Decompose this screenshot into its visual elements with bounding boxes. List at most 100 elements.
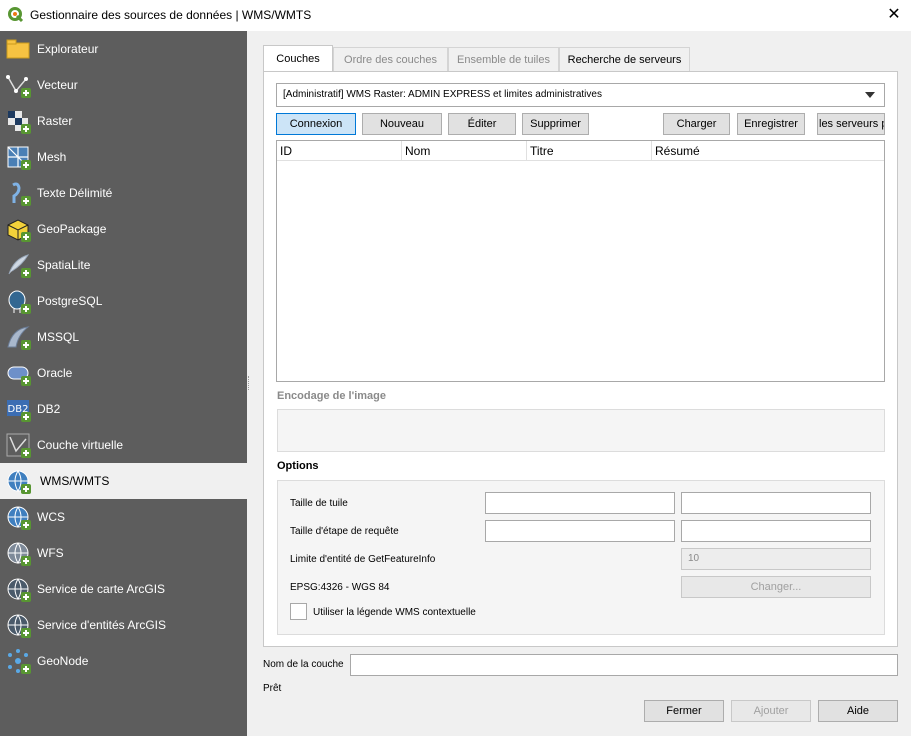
add-button[interactable]: Ajouter xyxy=(731,700,811,722)
sidebar-item-label: WFS xyxy=(37,546,64,560)
edit-button[interactable]: Éditer xyxy=(448,113,516,135)
sidebar-item-mesh[interactable]: Mesh xyxy=(0,139,247,175)
sidebar-item-label: Texte Délimité xyxy=(37,186,113,200)
feature-limit-value: 10 xyxy=(688,553,700,564)
table-header: ID Nom Titre Résumé xyxy=(277,141,884,161)
connection-select-value: [Administratif] WMS Raster: ADMIN EXPRES… xyxy=(283,89,602,100)
step-height-input[interactable] xyxy=(681,520,871,542)
spatialite-icon xyxy=(8,254,31,278)
splitter-handle[interactable] xyxy=(248,376,251,390)
load-button-label: Charger xyxy=(676,118,717,130)
folder-icon xyxy=(6,39,30,59)
help-button[interactable]: Aide xyxy=(818,700,898,722)
title-bar: Gestionnaire des sources de données | WM… xyxy=(0,0,911,31)
sidebar-item-postgresql[interactable]: PostgreSQL xyxy=(0,283,247,319)
image-encoding-group xyxy=(277,409,885,452)
chevron-down-icon xyxy=(865,92,875,98)
sidebar-item-geonode[interactable]: GeoNode xyxy=(0,643,247,679)
load-button[interactable]: Charger xyxy=(663,113,730,135)
wcs-icon xyxy=(7,506,31,530)
wms-icon xyxy=(7,470,31,494)
raster-icon xyxy=(8,111,31,134)
tab-server-search[interactable]: Recherche de serveurs xyxy=(559,47,690,71)
sidebar-item-db2[interactable]: DB2 DB2 xyxy=(0,391,247,427)
change-crs-button[interactable]: Changer... xyxy=(681,576,871,598)
virtual-layer-icon xyxy=(6,433,31,458)
sidebar-item-label: PostgreSQL xyxy=(37,294,103,308)
sidebar-item-label: Explorateur xyxy=(37,42,99,56)
layer-name-label: Nom de la couche xyxy=(263,659,344,670)
close-button[interactable]: Fermer xyxy=(644,700,724,722)
column-header-title[interactable]: Titre xyxy=(527,141,652,161)
db2-icon: DB2 xyxy=(7,400,31,422)
delimited-text-icon xyxy=(12,182,31,206)
column-header-id[interactable]: ID xyxy=(277,141,402,161)
sidebar-item-label: WCS xyxy=(37,510,65,524)
column-header-name[interactable]: Nom xyxy=(402,141,527,161)
sidebar-item-mssql[interactable]: MSSQL xyxy=(0,319,247,355)
request-step-label: Taille d'étape de requête xyxy=(290,526,399,537)
sidebar-item-wfs[interactable]: WFS xyxy=(0,535,247,571)
sidebar-item-arcgis-feature[interactable]: Service d'entités ArcGIS xyxy=(0,607,247,643)
sidebar-item-wms[interactable]: WMS/WMTS xyxy=(0,463,247,499)
connect-button[interactable]: Connexion xyxy=(276,113,356,135)
wfs-icon xyxy=(7,542,31,566)
sidebar-item-label: Service d'entités ArcGIS xyxy=(37,618,167,632)
tile-width-input[interactable] xyxy=(485,492,675,514)
sidebar-item-virtual-layer[interactable]: Couche virtuelle xyxy=(0,427,247,463)
contextual-legend-label: Utiliser la légende WMS contextuelle xyxy=(313,607,476,618)
postgresql-icon xyxy=(8,290,31,314)
options-label: Options xyxy=(277,460,319,472)
sidebar-item-folder[interactable]: Explorateur xyxy=(0,31,247,67)
sidebar-item-label: GeoNode xyxy=(37,654,89,668)
sidebar-item-label: Oracle xyxy=(37,366,73,380)
tab-couches[interactable]: Couches xyxy=(263,45,333,71)
sidebar-item-label: MSSQL xyxy=(37,330,80,344)
sidebar-item-label: Raster xyxy=(37,114,73,128)
window-title: Gestionnaire des sources de données | WM… xyxy=(30,8,312,22)
sidebar-item-geopackage[interactable]: GeoPackage xyxy=(0,211,247,247)
sidebar-item-wcs[interactable]: WCS xyxy=(0,499,247,535)
column-header-abstract[interactable]: Résumé xyxy=(652,141,884,161)
new-button-label: Nouveau xyxy=(379,118,425,130)
step-width-input[interactable] xyxy=(485,520,675,542)
delete-button-label: Supprimer xyxy=(530,118,581,130)
sidebar-item-oracle[interactable]: Oracle xyxy=(0,355,247,391)
tile-size-label: Taille de tuile xyxy=(290,498,348,509)
mssql-icon xyxy=(7,326,31,350)
sidebar-item-label: Couche virtuelle xyxy=(37,438,124,452)
tab-tilesets[interactable]: Ensemble de tuiles xyxy=(448,47,559,71)
mesh-icon xyxy=(7,146,31,170)
close-button-label: Fermer xyxy=(666,705,702,717)
tile-height-input[interactable] xyxy=(681,492,871,514)
sidebar-item-delimited-text[interactable]: Texte Délimité xyxy=(0,175,247,211)
servers-button-label: les serveurs pa xyxy=(819,118,884,130)
new-button[interactable]: Nouveau xyxy=(362,113,442,135)
connection-select[interactable]: [Administratif] WMS Raster: ADMIN EXPRES… xyxy=(276,83,885,107)
tab-layer-order[interactable]: Ordre des couches xyxy=(333,47,448,71)
close-window-icon[interactable]: ✕ xyxy=(883,4,905,26)
delete-button[interactable]: Supprimer xyxy=(522,113,589,135)
edit-button-label: Éditer xyxy=(467,118,497,130)
arcgis-feature-icon xyxy=(7,614,31,638)
layer-name-input[interactable] xyxy=(350,654,898,676)
add-button-label: Ajouter xyxy=(753,705,789,717)
oracle-icon xyxy=(7,366,31,386)
save-button[interactable]: Enregistrer xyxy=(737,113,805,135)
image-encoding-label: Encodage de l'image xyxy=(277,390,386,402)
sidebar-item-vector[interactable]: Vecteur xyxy=(0,67,247,103)
sidebar-item-label: GeoPackage xyxy=(37,222,107,236)
feature-limit-label: Limite d'entité de GetFeatureInfo xyxy=(290,554,436,565)
feature-limit-input[interactable]: 10 xyxy=(681,548,871,570)
sidebar-item-raster[interactable]: Raster xyxy=(0,103,247,139)
servers-button[interactable]: les serveurs pa xyxy=(817,113,885,135)
layers-table[interactable]: ID Nom Titre Résumé xyxy=(276,140,885,382)
sidebar-item-label: WMS/WMTS xyxy=(40,474,110,488)
geopackage-icon xyxy=(7,219,31,242)
sidebar-item-spatialite[interactable]: SpatiaLite xyxy=(0,247,247,283)
sidebar-item-arcgis-map[interactable]: Service de carte ArcGIS xyxy=(0,571,247,607)
status-text: Prêt xyxy=(263,683,282,694)
sidebar-item-label: Mesh xyxy=(37,150,67,164)
geonode-icon xyxy=(8,649,31,674)
contextual-legend-checkbox[interactable] xyxy=(290,603,307,620)
